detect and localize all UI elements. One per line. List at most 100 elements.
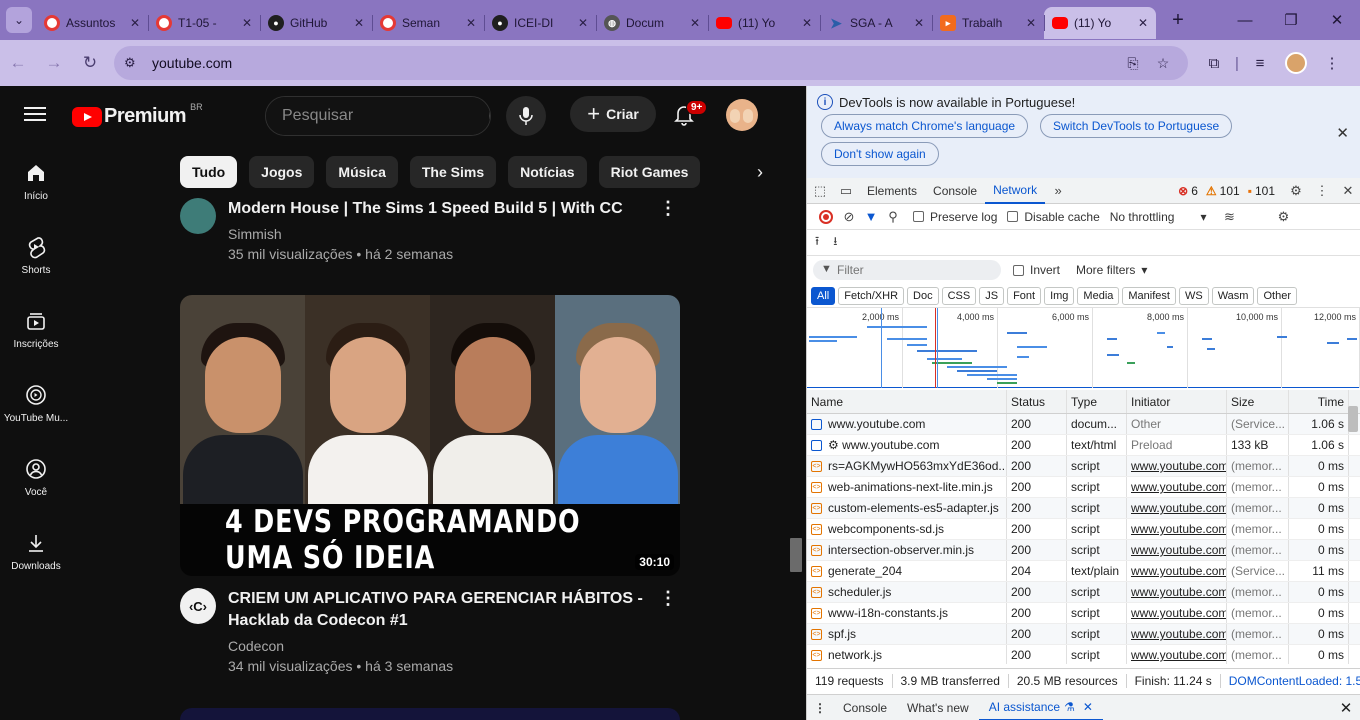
more-filters-dropdown[interactable]: More filters ▾: [1076, 263, 1147, 277]
table-row[interactable]: <> spf.js 200 script www.youtube.com (memor..…: [807, 624, 1360, 645]
cell-text[interactable]: www.youtube.com: [1131, 564, 1226, 578]
chips-next-arrow-icon[interactable]: ›: [748, 160, 772, 184]
close-tab-icon[interactable]: ✕: [242, 16, 252, 30]
invert-checkbox[interactable]: Invert: [1013, 263, 1060, 277]
throttling-select[interactable]: No throttling ▾: [1110, 210, 1207, 224]
type-filter-button[interactable]: Img: [1044, 286, 1075, 305]
close-tab-icon[interactable]: ✕: [1026, 16, 1036, 30]
device-toolbar-icon[interactable]: ▭: [833, 178, 859, 204]
close-tab-icon[interactable]: ✕: [578, 16, 588, 30]
install-app-icon[interactable]: ⎘: [1118, 55, 1148, 72]
voice-search-button[interactable]: [506, 96, 546, 136]
tab-network[interactable]: Network: [985, 178, 1046, 204]
video-menu-icon[interactable]: ⋮: [656, 588, 680, 676]
filter-funnel-icon[interactable]: ▼: [859, 204, 883, 230]
type-filter-button[interactable]: Doc: [907, 286, 939, 305]
settings-gear-icon[interactable]: ⚙: [1283, 178, 1309, 204]
close-drawer-icon[interactable]: ✕: [1331, 699, 1360, 717]
import-har-icon[interactable]: ⭱: [815, 232, 819, 253]
cell-text[interactable]: www.youtube.com: [1131, 522, 1226, 536]
type-filter-button[interactable]: JS: [979, 286, 1005, 305]
browser-tab[interactable]: ▸ Trabalh ✕: [932, 7, 1044, 39]
type-filter-button[interactable]: Wasm: [1211, 286, 1255, 305]
next-video-thumbnail[interactable]: [180, 708, 680, 720]
reload-button[interactable]: ↻: [72, 45, 108, 81]
type-filter-button[interactable]: Manifest: [1122, 286, 1176, 305]
column-header[interactable]: Name: [807, 390, 1007, 413]
disable-cache-checkbox[interactable]: Disable cache: [1007, 210, 1100, 224]
tab-console[interactable]: Console: [925, 178, 985, 204]
filter-chip[interactable]: Música: [326, 156, 398, 188]
back-button[interactable]: ←: [0, 45, 36, 81]
youtube-logo[interactable]: Premium BR: [72, 102, 203, 128]
cell-text[interactable]: www.youtube.com: [1131, 648, 1226, 662]
address-bar[interactable]: ⚙ youtube.com ⎘ ☆: [114, 46, 1188, 80]
browser-tab[interactable]: ● GitHub ✕: [260, 7, 372, 39]
more-tabs-icon[interactable]: »: [1045, 178, 1071, 204]
guide-item[interactable]: Shorts: [0, 218, 72, 292]
browser-tab[interactable]: T1-05 - ✕: [148, 7, 260, 39]
media-controls-icon[interactable]: ≡: [1242, 45, 1278, 81]
filter-input[interactable]: [813, 260, 1001, 280]
restore-button[interactable]: ❐: [1268, 0, 1314, 40]
browser-tab[interactable]: ● ICEI-DI ✕: [484, 7, 596, 39]
guide-menu-icon[interactable]: [24, 103, 46, 125]
network-conditions-icon[interactable]: ≋: [1216, 204, 1242, 230]
close-tab-icon[interactable]: ✕: [690, 16, 700, 30]
video-title[interactable]: Modern House | The Sims 1 Speed Build 5 …: [228, 198, 656, 220]
profile-avatar[interactable]: [1278, 45, 1314, 81]
video-thumbnail[interactable]: 4 DEVS PROGRAMANDO UMA SÓ IDEIA 30:10: [180, 295, 680, 576]
drawer-tab-console[interactable]: Console: [833, 695, 897, 720]
site-info-icon[interactable]: ⚙: [124, 55, 148, 71]
guide-item[interactable]: Inscrições: [0, 292, 72, 366]
table-row[interactable]: <> rs=AGKMywHO563mxYdE36od... 200 script www…: [807, 456, 1360, 477]
cell-text[interactable]: www.youtube.com: [1131, 480, 1226, 494]
match-language-button[interactable]: Always match Chrome's language: [821, 114, 1029, 138]
filter-chip[interactable]: Tudo: [180, 156, 238, 188]
search-icon[interactable]: ⚲: [883, 204, 903, 230]
forward-button[interactable]: →: [36, 45, 72, 81]
video-menu-icon[interactable]: ⋮: [656, 198, 680, 264]
channel-avatar[interactable]: ‹C›: [180, 588, 216, 624]
table-row[interactable]: ⚙ www.youtube.com 200 text/html Preload 133 …: [807, 435, 1360, 456]
browser-tab[interactable]: (11) Yo ✕: [708, 7, 820, 39]
type-filter-button[interactable]: CSS: [941, 286, 977, 305]
close-tab-icon[interactable]: ✕: [1083, 700, 1093, 714]
channel-name[interactable]: Codecon: [228, 636, 656, 656]
guide-item[interactable]: Início: [0, 144, 72, 218]
issue-counters[interactable]: ⊗ 6 ⚠ 101 ▪ 101: [1178, 184, 1283, 198]
create-button[interactable]: + Criar: [570, 96, 656, 132]
filter-chip[interactable]: Riot Games: [598, 156, 701, 188]
close-tab-icon[interactable]: ✕: [802, 16, 812, 30]
table-row[interactable]: <> web-animations-next-lite.min.js 200 scri…: [807, 477, 1360, 498]
minimize-button[interactable]: —: [1222, 0, 1268, 40]
table-row[interactable]: <> scheduler.js 200 script www.youtube.com (m…: [807, 582, 1360, 603]
cell-text[interactable]: www.youtube.com: [1131, 606, 1226, 620]
bookmark-star-icon[interactable]: ☆: [1148, 55, 1178, 72]
new-tab-button[interactable]: +: [1164, 6, 1192, 34]
extensions-icon[interactable]: ⧉: [1196, 45, 1232, 81]
filter-chip[interactable]: Jogos: [249, 156, 315, 188]
export-har-icon[interactable]: ⭳: [833, 232, 837, 253]
filter-chip[interactable]: The Sims: [409, 156, 497, 188]
table-row[interactable]: <> www-i18n-constants.js 200 script www.yout…: [807, 603, 1360, 624]
type-filter-button[interactable]: Fetch/XHR: [838, 286, 905, 305]
table-row[interactable]: www.youtube.com 200 docum... Other (Service.…: [807, 414, 1360, 435]
cell-text[interactable]: www.youtube.com: [1131, 543, 1226, 557]
type-filter-button[interactable]: Font: [1007, 286, 1042, 305]
inspect-element-icon[interactable]: ⬚: [807, 178, 833, 204]
column-header[interactable]: Type: [1067, 390, 1127, 413]
cell-text[interactable]: www.youtube.com: [1131, 501, 1226, 515]
table-row[interactable]: <> network.js 200 script www.youtube.com (mem…: [807, 645, 1360, 664]
browser-tab[interactable]: (11) Yo ✕: [1044, 7, 1156, 39]
column-header[interactable]: Status: [1007, 390, 1067, 413]
guide-item[interactable]: Downloads: [0, 514, 72, 588]
account-avatar[interactable]: [726, 99, 758, 131]
type-filter-button[interactable]: WS: [1178, 286, 1209, 305]
guide-item[interactable]: Você: [0, 440, 72, 514]
url-text[interactable]: youtube.com: [152, 55, 1118, 71]
drawer-tab-ai-assistance[interactable]: AI assistance ⚗ ✕: [978, 695, 1103, 720]
search-input[interactable]: [266, 97, 489, 135]
clear-icon[interactable]: ⊘: [839, 204, 859, 230]
cell-text[interactable]: www.youtube.com: [1131, 459, 1226, 473]
